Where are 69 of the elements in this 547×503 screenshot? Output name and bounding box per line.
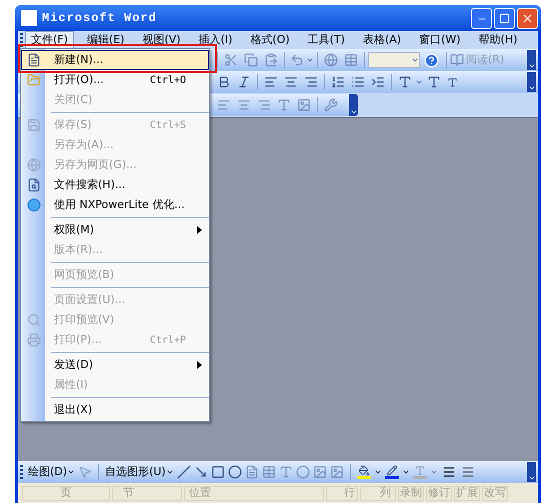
italic-icon[interactable] [237, 75, 251, 89]
menu-item[interactable]: 格式(O) [245, 31, 295, 49]
align-center-icon[interactable] [284, 75, 298, 89]
shortcut-label: Ctrl+S [150, 118, 186, 132]
maximize-button[interactable] [494, 8, 515, 28]
status-field: 页 [22, 486, 110, 500]
ellipse-icon[interactable] [228, 465, 242, 479]
toolbar-options-button[interactable] [349, 94, 358, 116]
rectangle-icon[interactable] [210, 465, 225, 479]
toolbar-grip[interactable] [20, 465, 23, 479]
status-field: 扩展 [454, 486, 480, 500]
minimize-button[interactable] [471, 8, 492, 28]
folder-icon [27, 73, 41, 87]
magnifier-icon [27, 313, 41, 327]
menu-item[interactable]: 表格(A) [358, 31, 406, 49]
fill-color-icon[interactable] [356, 465, 371, 479]
menu-item[interactable]: 视图(V) [137, 31, 186, 49]
menu-item[interactable]: 帮助(H) [474, 31, 522, 49]
bold-icon[interactable] [217, 75, 231, 89]
page-icon [27, 53, 41, 67]
printer-icon [27, 333, 41, 347]
draw-menu-button[interactable]: 绘图(D) [28, 464, 76, 480]
arrow-icon[interactable] [194, 465, 208, 479]
status-field: 改写 [482, 486, 508, 500]
indent-icon[interactable] [371, 75, 385, 89]
chevron-icon [528, 474, 536, 482]
menu-entry[interactable]: 退出(X) [21, 400, 209, 420]
line-icon[interactable] [176, 465, 191, 479]
menu-entry[interactable]: 文件搜索(H)... [21, 175, 209, 195]
menu-item[interactable]: 工具(T) [302, 31, 350, 49]
maximize-icon [499, 12, 510, 24]
status-field: 行 [326, 486, 358, 500]
menu-entry[interactable]: 发送(D) [21, 355, 209, 375]
chevron-icon [350, 108, 358, 116]
chevron-icon [528, 84, 536, 92]
bullet-list-icon[interactable] [351, 75, 365, 89]
menu-entry[interactable]: 权限(M) [21, 220, 209, 240]
menu-item[interactable]: 插入(I) [194, 31, 238, 49]
window-title: Microsoft Word [42, 10, 157, 27]
toolbar-options-button[interactable] [527, 462, 536, 482]
file-search-icon [27, 178, 41, 192]
close-button[interactable] [517, 8, 538, 28]
submenu-arrow-icon [197, 226, 202, 234]
submenu-arrow-icon [197, 361, 202, 369]
menu-item[interactable]: 窗口(W) [414, 31, 466, 49]
globe-icon [27, 158, 41, 172]
autoshapes-menu-button[interactable]: 自选图形(U) [105, 464, 174, 480]
status-field: 位置 [184, 486, 324, 500]
book-icon [450, 53, 464, 67]
status-field: 列 [360, 486, 396, 500]
close-icon [521, 12, 534, 24]
help-icon[interactable] [424, 52, 439, 68]
menu-entry[interactable]: 打开(O)... Ctrl+O [21, 70, 209, 90]
menu-entry[interactable]: 使用 NXPowerLite 优化... [21, 195, 209, 215]
status-field: 节 [112, 486, 182, 500]
toolbar-grip[interactable] [20, 33, 23, 47]
shortcut-label: Ctrl+P [150, 334, 186, 348]
chevron-icon [528, 62, 536, 70]
numbered-list-icon[interactable] [331, 75, 345, 89]
menu-item[interactable]: 编辑(E) [82, 31, 130, 49]
shortcut-label: Ctrl+O [150, 74, 186, 88]
status-field: 录制 [398, 486, 424, 500]
align-left-icon[interactable] [264, 75, 278, 89]
toolbar-options-button[interactable] [527, 72, 536, 92]
status-field: 修订 [426, 486, 452, 500]
line-color-icon[interactable] [384, 465, 399, 479]
menu-entry[interactable]: 新建(N)... [21, 50, 209, 70]
align-right-icon[interactable] [304, 75, 318, 89]
toolbar-options-button[interactable] [527, 50, 536, 70]
